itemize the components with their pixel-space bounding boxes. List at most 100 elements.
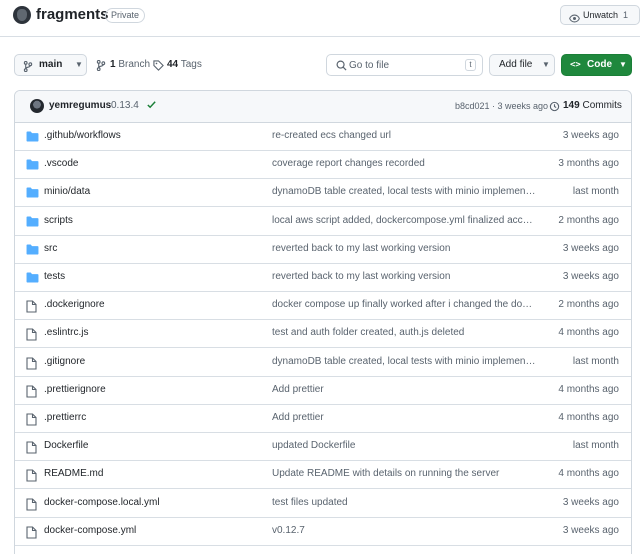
file-commit-date: 2 months ago <box>558 214 619 226</box>
repo-owner-avatar[interactable] <box>13 6 31 24</box>
file-row[interactable]: minio/data dynamoDB table created, local … <box>15 179 631 208</box>
code-icon: <> <box>570 60 581 70</box>
file-row[interactable]: .gitignore dynamoDB table created, local … <box>15 348 631 377</box>
file-commit-message[interactable]: test and auth folder created, auth.js de… <box>272 327 537 338</box>
folder-icon <box>26 131 39 145</box>
file-commit-message[interactable]: reverted back to my last working version <box>272 243 537 254</box>
chevron-down-icon: ▼ <box>619 60 627 69</box>
commit-author[interactable]: yemregumus <box>49 100 111 111</box>
code-button[interactable]: <> Code ▼ <box>561 54 632 76</box>
file-commit-message[interactable]: updated Dockerfile <box>272 440 537 451</box>
commits-count: 149 <box>563 100 580 111</box>
file-row[interactable]: .prettierignore Add prettier 4 months ago <box>15 376 631 405</box>
add-file-label: Add file <box>499 59 533 70</box>
file-name-link[interactable]: minio/data <box>44 186 90 197</box>
file-name-link[interactable]: Dockerfile <box>44 440 88 451</box>
file-row[interactable]: .vscode coverage report changes recorded 3… <box>15 151 631 180</box>
file-name-link[interactable]: .vscode <box>44 158 78 169</box>
avatar[interactable] <box>30 99 44 113</box>
file-row[interactable]: tests reverted back to my last working ve… <box>15 264 631 292</box>
file-commit-message[interactable]: docker compose up finally worked after i… <box>272 299 537 310</box>
commits-label: Commits <box>582 100 622 111</box>
file-commit-message[interactable]: v0.12.7 <box>272 525 537 536</box>
file-row[interactable]: README.md Update README with details on r… <box>15 461 631 490</box>
branches-count: 1 <box>110 59 116 70</box>
file-name-link[interactable]: scripts <box>44 215 73 226</box>
file-commit-message[interactable]: local aws script added, dockercompose.ym… <box>272 215 537 226</box>
file-name-link[interactable]: .dockerignore <box>44 299 105 310</box>
chevron-down-icon: ▼ <box>75 60 83 69</box>
commit-message[interactable]: 0.13.4 <box>111 100 139 111</box>
file-name-link[interactable]: .prettierrc <box>44 412 86 423</box>
history-icon <box>549 101 560 115</box>
file-name-link[interactable]: .gitignore <box>44 356 85 367</box>
file-commit-message[interactable]: test files updated <box>272 497 537 508</box>
file-commit-date: 4 months ago <box>558 383 619 395</box>
folder-icon <box>26 272 39 286</box>
file-commit-message[interactable]: dynamoDB table created, local tests with… <box>272 186 537 197</box>
file-commit-date: last month <box>572 440 619 452</box>
file-row[interactable]: src reverted back to my last working vers… <box>15 235 631 264</box>
file-browser: yemregumus 0.13.4 b8cd021 · 3 weeks ago … <box>14 90 632 554</box>
chevron-down-icon: ▼ <box>542 60 550 69</box>
file-row[interactable]: scripts local aws script added, dockercom… <box>15 207 631 236</box>
file-name-link[interactable]: src <box>44 243 57 254</box>
file-icon <box>26 469 37 485</box>
file-row[interactable]: Dockerfile updated Dockerfile last month <box>15 433 631 462</box>
file-icon <box>26 328 37 344</box>
check-icon[interactable] <box>146 99 157 113</box>
file-name-link[interactable]: .github/workflows <box>44 130 121 141</box>
repo-name-link[interactable]: fragments <box>36 6 109 23</box>
file-commit-date: 3 weeks ago <box>562 130 619 141</box>
branch-name: main <box>39 59 63 70</box>
file-name-link[interactable]: .eslintrc.js <box>44 327 88 338</box>
branch-icon <box>23 60 33 80</box>
file-icon <box>26 441 37 457</box>
file-row[interactable]: .dockerignore docker compose up finally w… <box>15 292 631 321</box>
latest-commit-bar: yemregumus 0.13.4 b8cd021 · 3 weeks ago … <box>15 91 631 123</box>
file-row[interactable]: docker-compose.local.yml test files updat… <box>15 489 631 518</box>
file-name-link[interactable]: docker-compose.local.yml <box>44 497 160 508</box>
go-to-file-search[interactable]: t <box>326 54 483 76</box>
code-label: Code <box>587 59 612 70</box>
file-commit-date: 3 weeks ago <box>562 271 619 282</box>
file-commit-message[interactable]: Add prettier <box>272 384 537 395</box>
folder-icon <box>26 244 39 258</box>
file-icon <box>26 526 37 542</box>
folder-icon <box>26 216 39 230</box>
file-commit-date: 3 weeks ago <box>562 242 619 254</box>
file-icon <box>26 413 37 429</box>
go-to-file-input[interactable] <box>349 57 459 73</box>
file-commit-date: last month <box>572 186 619 198</box>
file-name-link[interactable]: docker-compose.yml <box>44 525 136 536</box>
branches-label: Branch <box>118 59 151 70</box>
file-commit-message[interactable]: Update README with details on running th… <box>272 468 537 479</box>
eye-icon <box>569 11 580 29</box>
header-divider <box>0 36 640 37</box>
branch-select-button[interactable]: main ▼ <box>14 54 87 76</box>
file-row[interactable]: .github/workflows re-created ecs changed … <box>15 123 631 151</box>
commit-hash-time[interactable]: b8cd021 · 3 weeks ago <box>455 101 548 111</box>
file-row[interactable]: .eslintrc.js test and auth folder created… <box>15 320 631 349</box>
file-row[interactable]: docker-compose.yml v0.12.7 3 weeks ago <box>15 517 631 546</box>
search-icon <box>336 60 347 74</box>
file-name-link[interactable]: tests <box>44 271 65 282</box>
file-name-link[interactable]: README.md <box>44 468 103 479</box>
tag-icon <box>153 60 164 76</box>
file-commit-message[interactable]: re-created ecs changed url <box>272 130 537 141</box>
file-commit-date: 3 months ago <box>558 158 619 170</box>
file-commit-message[interactable]: reverted back to my last working version <box>272 271 537 282</box>
add-file-button[interactable]: Add file ▼ <box>489 54 555 76</box>
file-name-link[interactable]: .prettierignore <box>44 384 106 395</box>
file-icon <box>26 357 37 373</box>
unwatch-button[interactable]: Unwatch 1 <box>560 5 640 25</box>
visibility-badge: Private <box>105 8 146 23</box>
file-commit-date: 4 months ago <box>558 327 619 339</box>
folder-icon <box>26 187 39 201</box>
file-commit-message[interactable]: coverage report changes recorded <box>272 158 537 169</box>
file-icon <box>26 498 37 514</box>
tags-label: Tags <box>180 59 202 70</box>
file-commit-message[interactable]: dynamoDB table created, local tests with… <box>272 356 537 367</box>
file-row[interactable]: .prettierrc Add prettier 4 months ago <box>15 405 631 433</box>
file-commit-message[interactable]: Add prettier <box>272 412 537 423</box>
